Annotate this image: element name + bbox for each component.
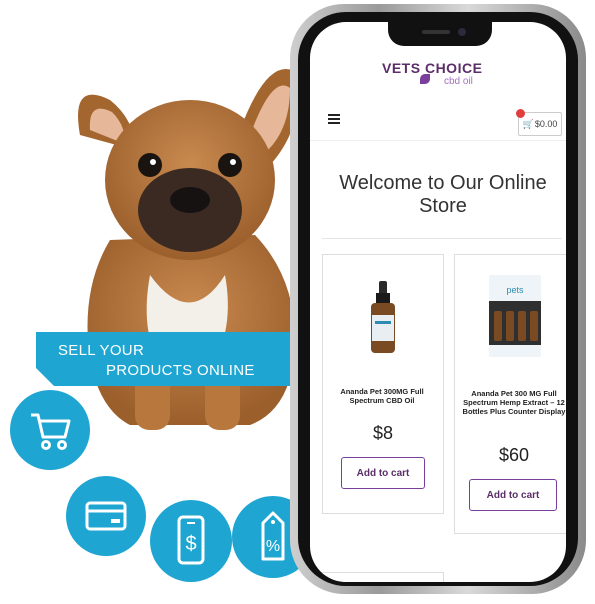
cart-feature-circle [10,390,90,470]
cbd-oil-bottle-image [371,281,395,353]
svg-text:$: $ [185,533,196,555]
cart-total: $0.00 [534,119,558,129]
cart-badge [516,109,525,118]
product-card[interactable] [322,572,444,582]
product-price: $60 [498,445,530,465]
logo-sub: cbd oil [444,76,473,87]
add-to-cart-button[interactable]: Add to cart [469,479,557,511]
front-camera [458,28,466,36]
product-name[interactable]: Ananda Pet 300 MG Full Spectrum Hemp Ext… [461,389,566,416]
cart-icon: 🛒 [522,118,534,129]
credit-card-icon [85,501,127,531]
product-price: $8 [372,423,394,443]
sell-products-banner: SELL YOUR PRODUCTS ONLINE [36,326,320,392]
header-divider [310,140,566,141]
phone-screen: VETS CHOICE cbd oil 🛒 $0.00 Welcome to O… [310,22,566,582]
product-name[interactable]: Ananda Pet 300MG Full Spectrum CBD Oil [329,387,435,405]
add-to-cart-button[interactable]: Add to cart [341,457,425,489]
product-card[interactable]: pets Ananda Pet 300 MG Full Spectrum Hem… [454,254,566,534]
svg-text:%: % [266,538,280,555]
banner-line-2: PRODUCTS ONLINE [106,362,255,379]
cart-button[interactable]: 🛒 $0.00 [516,109,562,136]
counter-display-image: pets [489,275,541,357]
section-divider [322,238,562,239]
welcome-heading: Welcome to Our Online Store [339,172,547,217]
speaker-grille [422,30,450,34]
leaf-icon [420,74,430,84]
logo-name: VETS CHOICE [382,60,483,76]
svg-text:pets: pets [506,285,524,295]
card-feature-circle [66,476,146,556]
mobile-pay-feature-circle: $ [150,500,232,582]
mobile-payment-icon: $ [177,515,205,565]
hamburger-menu-icon[interactable] [328,114,340,126]
banner-line-1: SELL YOUR [58,342,145,359]
smartphone-mockup: VETS CHOICE cbd oil 🛒 $0.00 Welcome to O… [290,4,595,604]
store-logo[interactable]: VETS CHOICE cbd oil [382,52,492,92]
phone-notch [388,22,492,46]
product-card[interactable]: Ananda Pet 300MG Full Spectrum CBD Oil $… [322,254,444,514]
cart-icon [31,413,71,450]
